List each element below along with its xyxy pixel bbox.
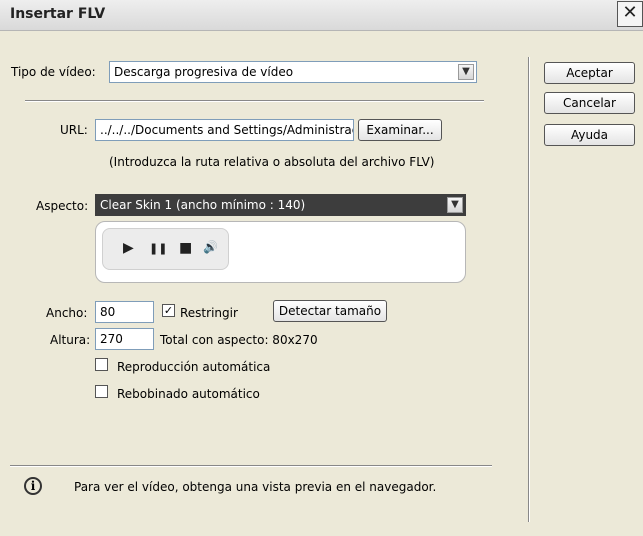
play-icon: ▶ bbox=[123, 240, 134, 256]
constrain-checkbox[interactable]: ✓ bbox=[162, 304, 175, 317]
url-label: URL: bbox=[60, 123, 88, 137]
dialog-body: Tipo de vídeo: Descarga progresiva de ví… bbox=[0, 31, 643, 536]
info-icon: i bbox=[24, 477, 42, 495]
title-bar[interactable]: Insertar FLV ✕ bbox=[0, 0, 643, 31]
height-input[interactable]: 270 bbox=[95, 328, 154, 350]
url-hint: (Introduzca la ruta relativa o absoluta … bbox=[109, 155, 435, 169]
autorewind-checkbox[interactable] bbox=[95, 385, 108, 398]
constrain-label: Restringir bbox=[180, 306, 238, 320]
volume-icon: 🔊 bbox=[203, 240, 218, 254]
stop-icon: ■ bbox=[179, 240, 193, 256]
skin-preview: ▶ ❚❚ ■ 🔊 bbox=[95, 221, 466, 283]
detect-size-button[interactable]: Detectar tamaño bbox=[273, 300, 387, 322]
height-value: 270 bbox=[100, 332, 123, 346]
aspect-label: Aspecto: bbox=[36, 199, 89, 213]
browse-button[interactable]: Examinar... bbox=[358, 119, 442, 141]
vertical-separator bbox=[528, 57, 530, 522]
divider-top bbox=[25, 100, 484, 102]
autorewind-label: Rebobinado automático bbox=[117, 387, 260, 401]
video-type-select[interactable]: Descarga progresiva de vídeo ▼ bbox=[109, 61, 477, 83]
height-label: Altura: bbox=[50, 333, 91, 347]
width-value: 80 bbox=[100, 305, 116, 319]
chevron-down-icon[interactable]: ▼ bbox=[447, 197, 463, 213]
info-text: Para ver el vídeo, obtenga una vista pre… bbox=[74, 480, 437, 494]
aspect-value: Clear Skin 1 (ancho mínimo : 140) bbox=[100, 198, 306, 212]
width-label: Ancho: bbox=[46, 306, 88, 320]
dialog-window: Insertar FLV ✕ Tipo de vídeo: Descarga p… bbox=[0, 0, 643, 536]
close-button[interactable]: ✕ bbox=[617, 1, 643, 27]
pause-icon: ❚❚ bbox=[149, 242, 168, 255]
video-type-value: Descarga progresiva de vídeo bbox=[114, 65, 294, 79]
autoplay-checkbox[interactable] bbox=[95, 358, 108, 371]
width-input[interactable]: 80 bbox=[95, 301, 154, 323]
cancel-button[interactable]: Cancelar bbox=[544, 92, 635, 114]
url-value: ../../../Documents and Settings/Administ… bbox=[100, 123, 353, 137]
url-input[interactable]: ../../../Documents and Settings/Administ… bbox=[95, 119, 354, 141]
video-type-label: Tipo de vídeo: bbox=[11, 65, 96, 79]
help-button[interactable]: Ayuda bbox=[544, 124, 635, 146]
chevron-down-icon[interactable]: ▼ bbox=[458, 64, 474, 80]
player-skin: ▶ ❚❚ ■ 🔊 bbox=[102, 228, 229, 270]
aspect-select[interactable]: Clear Skin 1 (ancho mínimo : 140) ▼ bbox=[95, 194, 466, 216]
ok-button[interactable]: Aceptar bbox=[544, 62, 635, 84]
autoplay-label: Reproducción automática bbox=[117, 360, 271, 374]
divider-bottom bbox=[10, 465, 492, 467]
window-title: Insertar FLV bbox=[10, 6, 106, 22]
total-with-aspect: Total con aspecto: 80x270 bbox=[160, 333, 318, 347]
